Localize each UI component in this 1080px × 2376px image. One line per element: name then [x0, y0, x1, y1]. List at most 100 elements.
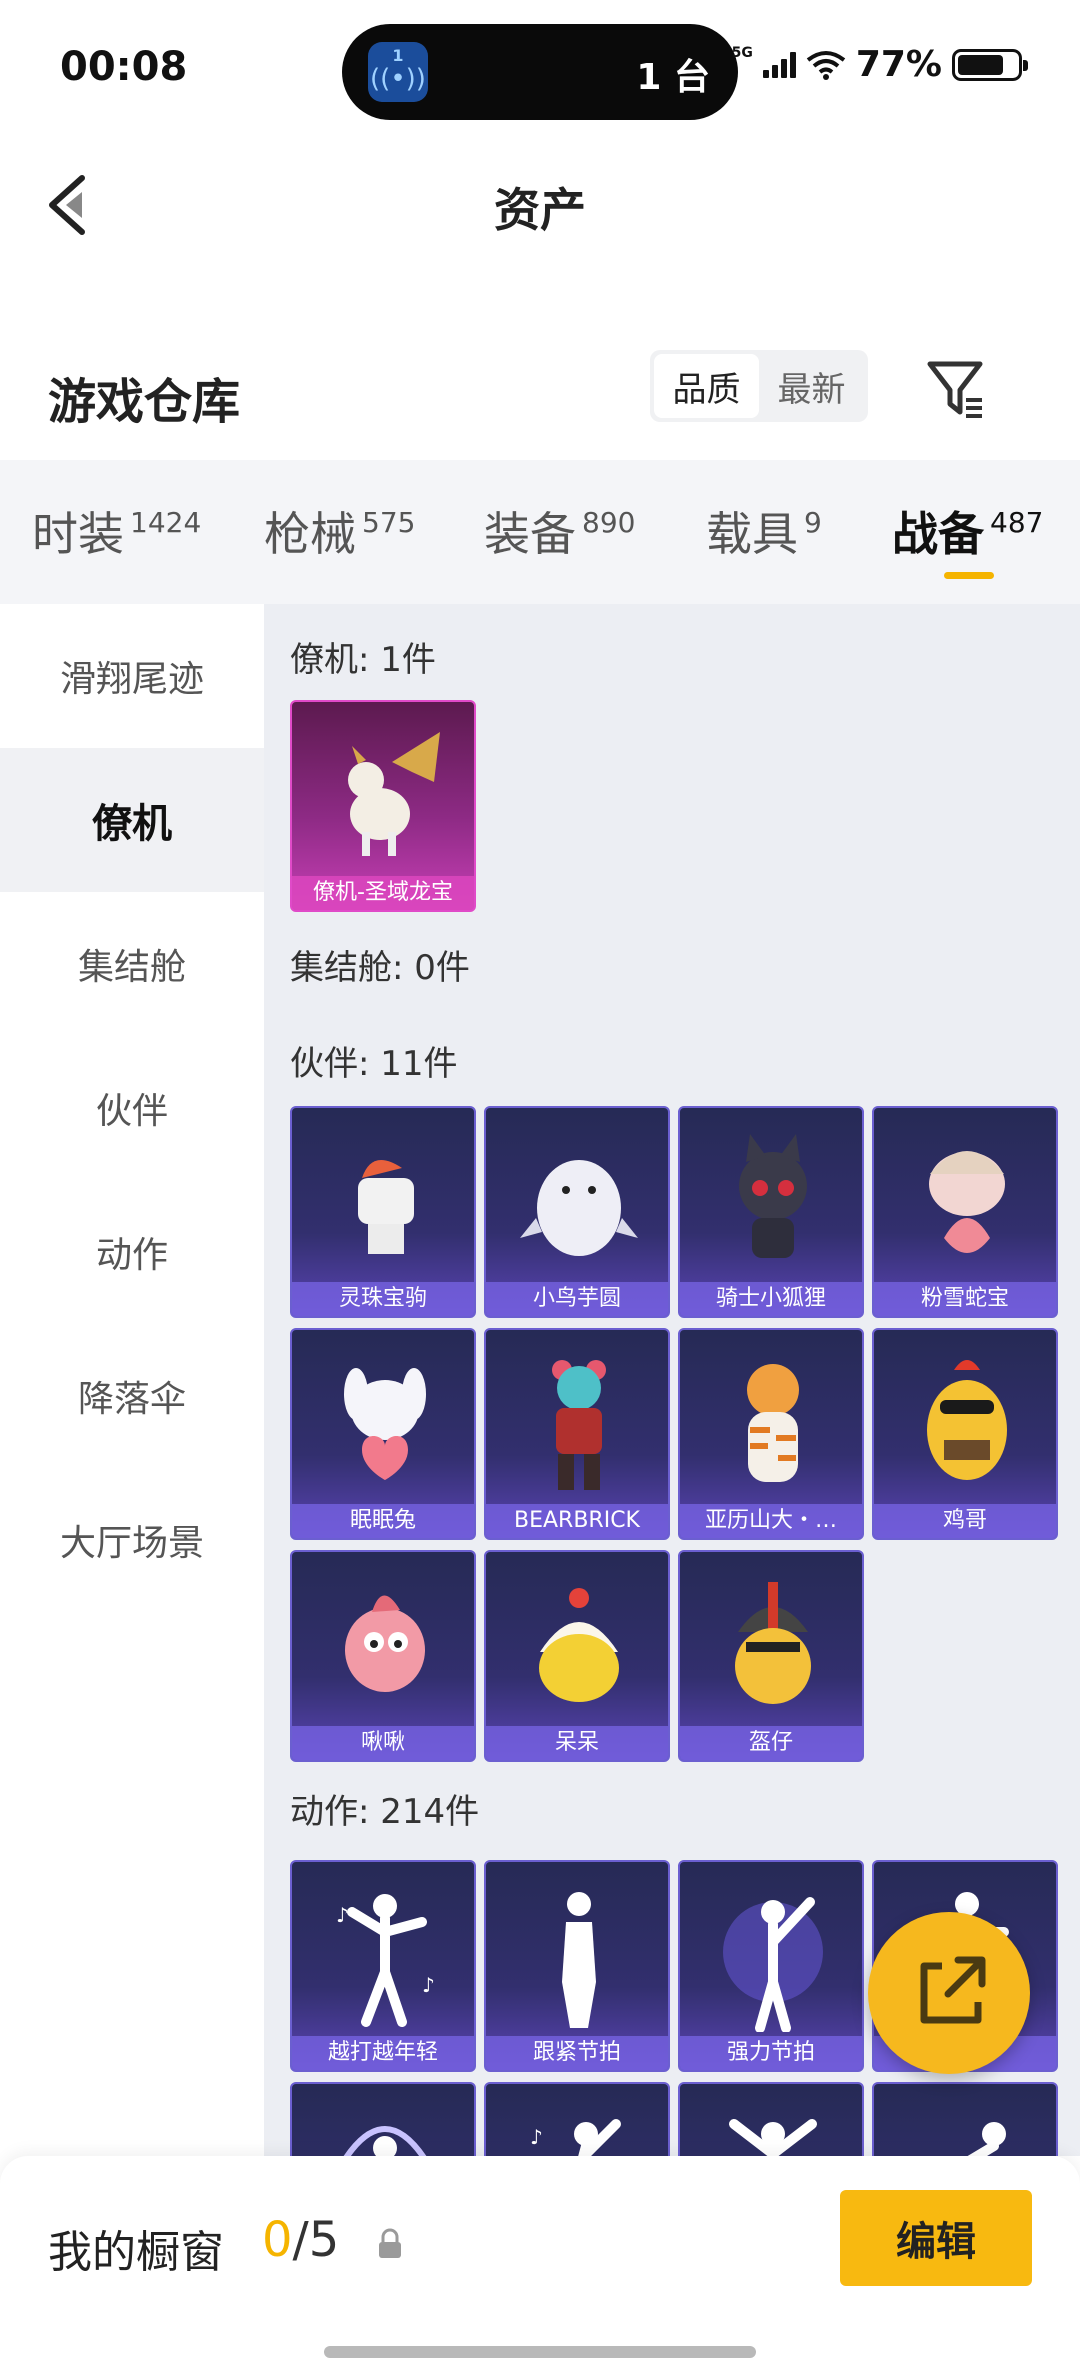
- emote-image: [967, 2122, 1006, 2156]
- svg-text:♪: ♪: [530, 2125, 543, 2149]
- item-name: 盔仔: [680, 1726, 862, 1760]
- item-card[interactable]: ♪ ♪ 越打越年轻: [290, 1860, 476, 2072]
- item-card[interactable]: 盔仔: [678, 1550, 864, 1762]
- showcase-bar: 我的橱窗 0/5 编辑: [0, 2156, 1080, 2376]
- item-card[interactable]: 灵珠宝驹: [290, 1106, 476, 1318]
- item-name: 眠眠兔: [292, 1504, 474, 1538]
- bunny-pet-image: [344, 1368, 426, 1480]
- item-card[interactable]: 跟紧节拍: [484, 1860, 670, 2072]
- sidebar-item-partner[interactable]: 伙伴: [0, 1036, 264, 1180]
- item-card[interactable]: BEARBRICK: [484, 1328, 670, 1540]
- power-beat-emote-image: [723, 1897, 823, 2032]
- tab-label: 载具: [706, 507, 798, 561]
- status-indicators: 5G 77%: [732, 44, 1028, 85]
- emote-image: [729, 2119, 817, 2156]
- tab-equipment[interactable]: 装备 890: [484, 498, 635, 564]
- item-card[interactable]: [872, 2082, 1058, 2156]
- tab-count: 487: [990, 506, 1044, 539]
- tab-count: 890: [582, 506, 636, 539]
- item-card[interactable]: [290, 2082, 476, 2156]
- item-name: BEARBRICK: [486, 1504, 668, 1538]
- beat-emote-image: [562, 1892, 596, 2028]
- tiger-pet-image: [747, 1364, 799, 1482]
- pony-pet-image: [358, 1160, 414, 1254]
- sidebar-item-glide-trail[interactable]: 滑翔尾迹: [0, 604, 264, 748]
- tab-label: 枪械: [264, 507, 356, 561]
- bearbrick-image: [552, 1360, 606, 1490]
- item-name: 灵珠宝驹: [292, 1282, 474, 1316]
- filter-button[interactable]: [920, 354, 990, 424]
- item-name: 越打越年轻: [292, 2036, 474, 2070]
- sidebar: 滑翔尾迹 僚机 集结舱 伙伴 动作 降落伞 大厅场景: [0, 604, 264, 2156]
- signal-icon: [762, 51, 796, 78]
- tab-count: 9: [804, 506, 822, 539]
- filter-icon: [927, 361, 983, 418]
- sidebar-item-emote[interactable]: 动作: [0, 1180, 264, 1324]
- showcase-current: 0: [262, 2212, 293, 2268]
- showcase-total: /5: [292, 2212, 340, 2268]
- warehouse-header: 游戏仓库 品质 最新: [0, 340, 1080, 450]
- app-header: 资产: [0, 150, 1080, 260]
- home-indicator[interactable]: [324, 2346, 756, 2358]
- item-name: 骑士小狐狸: [680, 1282, 862, 1316]
- helmet-pet-image: [735, 1582, 811, 1704]
- item-card[interactable]: ♪: [484, 2082, 670, 2156]
- share-button[interactable]: [868, 1912, 1030, 2074]
- dragon-pet-image: [348, 732, 440, 856]
- wifi-icon: [806, 50, 846, 80]
- page-title: 资产: [494, 183, 586, 237]
- section-label-emote: 动作: 214件: [290, 1792, 480, 1832]
- chirp-pet-image: [345, 1595, 425, 1692]
- item-name: 亚历山大・…: [680, 1504, 862, 1538]
- section-label-partner: 伙伴: 11件: [290, 1044, 458, 1084]
- item-name: 小鸟芋圆: [486, 1282, 668, 1316]
- item-card[interactable]: 亚历山大・…: [678, 1328, 864, 1540]
- svg-text:♪: ♪: [422, 1973, 435, 1997]
- island-app-count: 1: [392, 46, 404, 65]
- showcase-count: 0/5: [262, 2212, 339, 2268]
- item-card[interactable]: 鸡哥: [872, 1328, 1058, 1540]
- edit-button[interactable]: 编辑: [840, 2190, 1032, 2286]
- tab-firearms[interactable]: 枪械 575: [264, 498, 415, 564]
- section-label-pod: 集结舱: 0件: [290, 948, 470, 988]
- battery-icon: [952, 48, 1028, 81]
- item-name: 强力节拍: [680, 2036, 862, 2070]
- tab-vehicles[interactable]: 载具 9: [706, 498, 822, 564]
- dance-emote-image: ♪♪: [336, 1894, 435, 2027]
- item-card[interactable]: 呆呆: [484, 1550, 670, 1762]
- tab-readiness[interactable]: 战备 487: [892, 498, 1043, 564]
- tab-fashion[interactable]: 时装 1424: [32, 498, 201, 564]
- status-bar: 00:08 1 ((•)) 1 台 5G 77%: [0, 0, 1080, 140]
- sort-quality[interactable]: 品质: [654, 354, 759, 418]
- tab-label: 装备: [484, 507, 576, 561]
- broadcast-icon: 1 ((•)): [368, 42, 428, 102]
- showcase-label: 我的橱窗: [48, 2227, 224, 2278]
- sort-newest[interactable]: 最新: [759, 354, 864, 418]
- fox-pet-image: [739, 1134, 807, 1258]
- item-card[interactable]: 啾啾: [290, 1550, 476, 1762]
- bird-pet-image: [520, 1160, 638, 1256]
- chicken-pet-image: [927, 1360, 1007, 1480]
- dynamic-island[interactable]: 1 ((•)) 1 台: [342, 24, 738, 120]
- item-card[interactable]: 眠眠兔: [290, 1328, 476, 1540]
- item-card[interactable]: 小鸟芋圆: [484, 1106, 670, 1318]
- sort-toggle: 品质 最新: [650, 350, 868, 422]
- sidebar-item-parachute[interactable]: 降落伞: [0, 1324, 264, 1468]
- item-name: 呆呆: [486, 1726, 668, 1760]
- sidebar-item-pod[interactable]: 集结舱: [0, 892, 264, 1036]
- category-tabs: 时装 1424 枪械 575 装备 890 载具 9 战备 487: [0, 460, 1080, 604]
- chick-pet-image: [539, 1588, 619, 1702]
- item-card[interactable]: 骑士小狐狸: [678, 1106, 864, 1318]
- status-time: 00:08: [60, 44, 188, 90]
- item-card[interactable]: 僚机-圣域龙宝: [290, 700, 476, 912]
- active-tab-indicator: [944, 572, 994, 579]
- item-card[interactable]: 强力节拍: [678, 1860, 864, 2072]
- item-card[interactable]: [678, 2082, 864, 2156]
- tab-label: 战备: [892, 507, 984, 561]
- lock-icon: [379, 2228, 401, 2258]
- item-card[interactable]: 粉雪蛇宝: [872, 1106, 1058, 1318]
- sidebar-item-lobby-scene[interactable]: 大厅场景: [0, 1468, 264, 1612]
- share-icon: [920, 1956, 986, 2024]
- sidebar-item-wingman[interactable]: 僚机: [0, 748, 264, 892]
- section-label-wingman: 僚机: 1件: [290, 640, 436, 680]
